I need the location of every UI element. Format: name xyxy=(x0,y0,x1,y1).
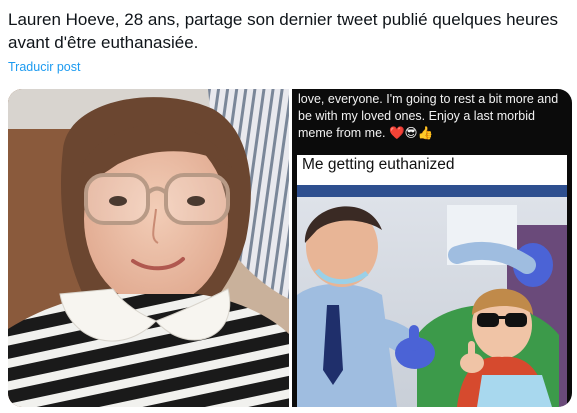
selfie-illustration xyxy=(8,89,289,407)
translate-post-link[interactable]: Traducir post xyxy=(8,60,80,74)
meme-caption: Me getting euthanized xyxy=(302,156,455,173)
meme-photo xyxy=(297,185,567,407)
screenshot-tweet-text: love, everyone. I'm going to rest a bit … xyxy=(298,92,559,140)
media-tweet-screenshot[interactable]: love, everyone. I'm going to rest a bit … xyxy=(292,89,572,407)
media-photo-selfie[interactable] xyxy=(8,89,289,407)
media-grid: love, everyone. I'm going to rest a bit … xyxy=(8,89,572,407)
post-text: Lauren Hoeve, 28 ans, partage son dernie… xyxy=(8,10,559,52)
meme-card: Me getting euthanized xyxy=(297,155,567,407)
meme-illustration xyxy=(297,185,567,407)
